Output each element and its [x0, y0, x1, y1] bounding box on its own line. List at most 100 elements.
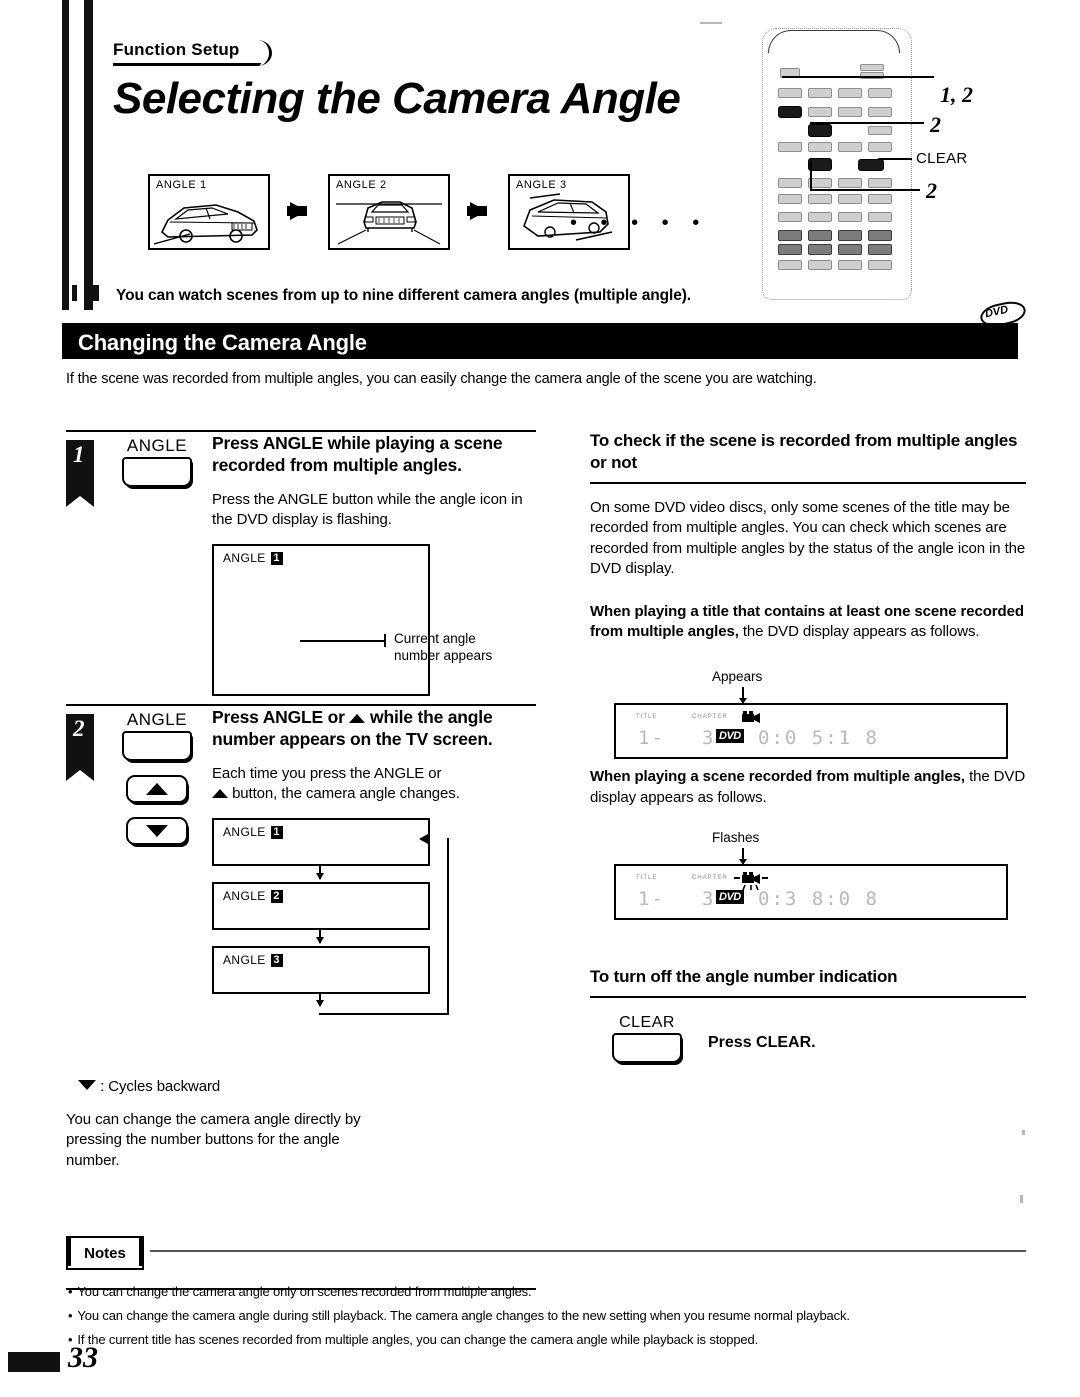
triangle-down-icon	[146, 825, 168, 837]
display-2-segment-left: 1-	[638, 888, 665, 911]
remote-key	[808, 230, 832, 241]
remote-key	[778, 260, 802, 270]
right-heading-2: To turn off the angle number indication	[590, 967, 898, 987]
remote-key-clear	[858, 159, 884, 171]
triangle-up-icon	[212, 789, 228, 799]
right-paragraph-2-rest: the DVD display appears as follows.	[738, 623, 980, 641]
section-header-bar: Changing the Camera Angle	[62, 323, 1018, 359]
remote-callout-line-1	[782, 76, 934, 78]
step-1-number: 1	[73, 442, 85, 467]
remote-key	[808, 88, 832, 98]
angle-key-icon	[122, 731, 192, 761]
tv-screen-preview: ANGLE 1	[212, 544, 430, 697]
remote-control-illustration	[762, 28, 912, 300]
eyebrow-label: Function Setup	[113, 40, 240, 60]
remote-key	[808, 107, 832, 117]
remote-key	[808, 244, 832, 255]
cycle-number: 3	[270, 954, 283, 968]
display-2-title-label: TITLE	[636, 875, 658, 882]
step-1-callout-tick	[384, 634, 386, 647]
step-2-text: Each time you press the ANGLE or button,…	[212, 764, 536, 805]
step-1-body: Press ANGLE while playing a scene record…	[212, 432, 536, 697]
step-2-body: Press ANGLE or while the angle number ap…	[66, 706, 536, 1169]
step-1-badge: 1	[66, 440, 94, 507]
notes-tag-text: Notes	[84, 1244, 126, 1262]
dvd-display-1-wrap: Appears TITLE CHAPTER 1- 3 DVD 0:0 5:1 8	[590, 668, 1026, 759]
right-heading-1-rule	[590, 482, 1026, 484]
step-2-text-part1: Each time you press the ANGLE or	[212, 764, 442, 782]
remote-key	[868, 88, 892, 98]
notes-rule	[150, 1250, 1026, 1252]
remote-top-curve	[768, 30, 900, 53]
remote-key	[838, 107, 862, 117]
remote-key	[838, 194, 862, 204]
remote-callout-v-3	[810, 158, 812, 190]
angle-cycle-diagram: ANGLE 1 ANGLE 2 ANGLE 3	[212, 818, 536, 1016]
angle-illustration-1: ANGLE 1	[148, 174, 270, 250]
cycle-screen-label: ANGLE 2	[223, 889, 283, 904]
remote-callout-line-3	[810, 189, 920, 191]
angle-strip-caption: You can watch scenes from up to nine dif…	[116, 287, 692, 304]
page-number: 33	[68, 1341, 98, 1374]
step-1: 1 ANGLE Press ANGLE while playing a scen…	[66, 432, 536, 704]
arrow-right-icon	[287, 202, 307, 220]
dvd-display-panel-2: TITLE CHAPTER 1- 3 DVD 0:3 8:0 8	[614, 864, 1008, 921]
note-bullet-icon: •	[68, 1308, 73, 1323]
remote-key	[808, 142, 832, 152]
down-arrow-key-icon[interactable]	[126, 817, 188, 845]
remote-key	[860, 64, 884, 71]
step-2-footer-text: You can change the camera angle directly…	[66, 1111, 361, 1169]
display-2-segment-time: 0:3 8:0 8	[758, 888, 879, 911]
display-1-segment-time: 0:0 5:1 8	[758, 726, 879, 749]
dvd-display-2-wrap: Flashes TITLE CHAPTER 1- 3 DVD 0:3 8:0 8	[590, 830, 1026, 921]
remote-key	[808, 194, 832, 204]
right-column: To check if the scene is recorded from m…	[590, 430, 1026, 1074]
page-number-mark	[8, 1352, 60, 1372]
cycle-label-text: ANGLE	[223, 889, 266, 904]
remote-key	[778, 212, 802, 222]
remote-key	[868, 212, 892, 222]
display-1-pointer-label: Appears	[712, 668, 763, 684]
scan-speck	[1022, 1130, 1025, 1135]
caption-tick	[92, 285, 99, 301]
display-1-segment-chapter: 3	[702, 726, 716, 749]
tv-screen-label-text: ANGLE	[223, 551, 266, 566]
display-1-pointer-line	[739, 686, 746, 704]
angle-illustration-2: ANGLE 2	[328, 174, 450, 250]
tv-screen-label: ANGLE 1	[223, 551, 283, 566]
section-header-title: Changing the Camera Angle	[78, 330, 367, 355]
tv-screen-number: 1	[270, 552, 283, 566]
clear-key-icon[interactable]	[612, 1032, 682, 1063]
remote-key	[778, 88, 802, 98]
up-arrow-key-icon[interactable]	[126, 775, 188, 803]
camera-angle-flashing-icon	[734, 869, 768, 896]
clear-instruction-row: CLEAR Press CLEAR.	[590, 1014, 1026, 1074]
remote-key	[868, 260, 892, 270]
left-column: 1 ANGLE Press ANGLE while playing a scen…	[66, 430, 536, 1290]
note-text: You can change the camera angle during s…	[77, 1308, 850, 1323]
remote-key	[808, 212, 832, 222]
step-1-button-label: ANGLE	[126, 436, 188, 455]
remote-key	[808, 260, 832, 270]
note-item: • You can change the camera angle only on…	[68, 1284, 532, 1299]
manual-page: Function Setup Selecting the Camera Angl…	[0, 0, 1080, 1397]
angle-illustration-label: ANGLE 1	[156, 179, 207, 191]
remote-key	[838, 88, 862, 98]
step-2-buttons: ANGLE	[112, 710, 202, 845]
remote-key	[868, 194, 892, 204]
angle-illustration-label: ANGLE 3	[516, 179, 567, 191]
triangle-up-icon	[349, 714, 366, 723]
arrow-right-icon	[467, 202, 487, 220]
dvd-badge: DVD	[978, 298, 1028, 330]
car-icon-front	[334, 190, 444, 246]
step-2-number: 2	[73, 716, 85, 741]
remote-key	[868, 230, 892, 241]
step-2: 2 ANGLE Press ANGLE or while the angle n…	[66, 706, 536, 1169]
step-1-callout-label: Current angle number appears	[394, 631, 493, 664]
right-paragraph-3-bold: When playing a scene recorded from multi…	[590, 767, 965, 785]
step-1-button: ANGLE	[112, 436, 202, 487]
cycle-label-text: ANGLE	[223, 825, 266, 840]
remote-key	[778, 244, 802, 255]
clear-button: CLEAR	[604, 1014, 690, 1063]
binding-bar-outer	[62, 0, 69, 310]
